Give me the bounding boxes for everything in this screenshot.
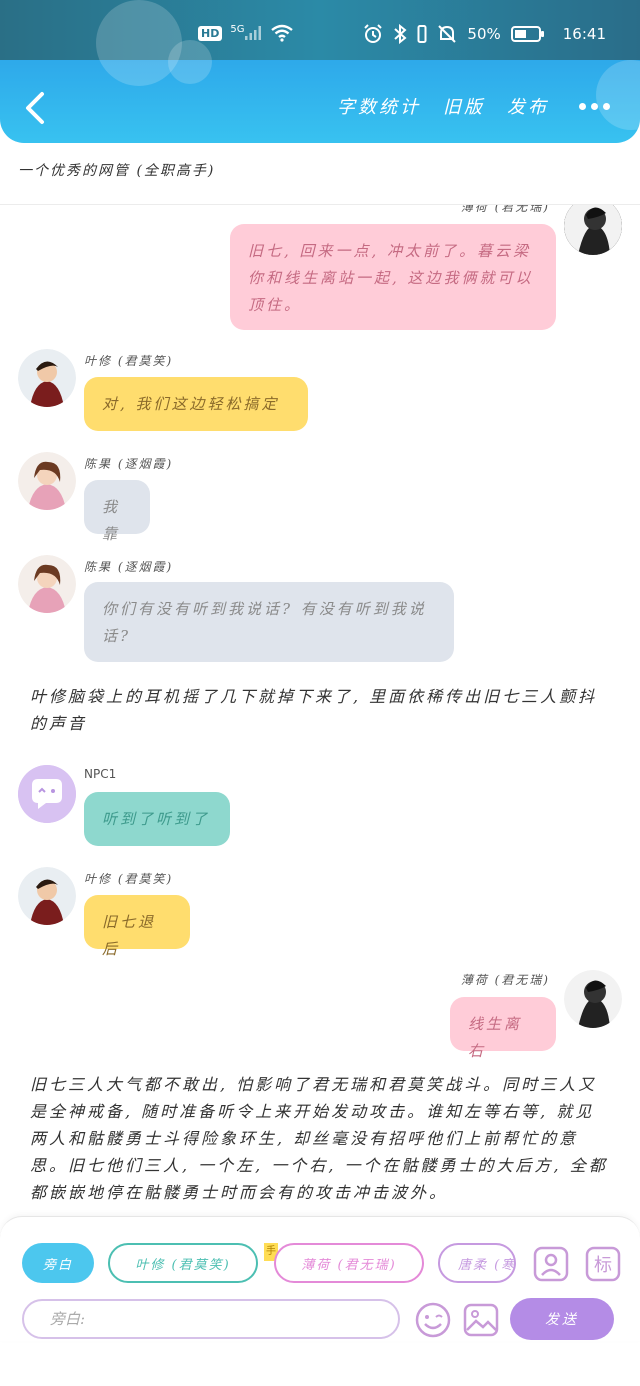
npc-avatar[interactable] [18,765,76,823]
back-button[interactable] [22,90,52,126]
avatar[interactable] [18,349,76,407]
network-label: 5G [230,23,245,35]
emoji-icon[interactable] [414,1301,452,1339]
avatar[interactable] [18,555,76,613]
speaker-name: 陈果 (逐烟霞) [84,457,174,471]
role-boqi-button[interactable]: 薄荷 (君无瑞) [274,1243,424,1283]
message-input[interactable] [22,1299,400,1339]
composer-bar: 旁白 叶修 (君莫笑) 手 薄荷 (君无瑞) 唐柔 (寒烟柔) 标 发送 [0,1216,640,1341]
message-bubble[interactable]: 线生离右 [450,997,556,1060]
message-bubble[interactable]: 我靠 [84,480,150,543]
vibrate-icon [417,25,427,43]
speaker-name: 叶修 (君莫笑) [84,354,174,368]
status-left-group: HD 5G [198,24,294,42]
image-icon[interactable] [462,1301,500,1339]
avatar[interactable] [564,205,622,255]
word-count-button[interactable]: 字数统计 [337,93,421,119]
status-right-group: 50% 16:41 [363,24,606,44]
more-dots-icon[interactable] [571,102,610,110]
decor-bubble [96,0,182,86]
hd-badge: HD [198,25,223,41]
back-arrow-icon [26,92,44,124]
battery-icon [510,26,544,42]
publish-button[interactable]: 发布 [507,93,549,119]
app-header: HD 5G 50% 16:41 字数统计 旧版 发布 [0,0,640,143]
mute-bell-icon [438,25,457,43]
speaker-name: 薄荷 (君无瑞) [460,973,550,987]
mark-label: 标 [594,1255,612,1276]
send-button[interactable]: 发送 [510,1298,614,1340]
speaker-name: NPC1 [84,767,117,781]
alarm-icon [364,24,383,43]
contact-card-icon[interactable] [532,1245,570,1283]
chat-area[interactable]: 薄荷 (君无瑞) 旧七, 回来一点, 冲太前了。暮云梁你和线生离站一起, 这边我… [0,205,640,1215]
avatar[interactable] [18,867,76,925]
speaker-name: 薄荷 (君无瑞) [460,205,550,214]
message-bubble[interactable]: 旧七退后 [84,895,190,958]
message-bubble[interactable]: 听到了听到了 [84,792,230,846]
narration-text: 叶修脑袋上的耳机摇了几下就掉下来了, 里面依稀传出旧七三人颤抖的声音 [30,687,598,733]
narration-text: 旧七三人大气都不敢出, 怕影响了君无瑞和君莫笑战斗。同时三人又是全神戒备, 随时… [30,1075,608,1202]
speaker-name: 陈果 (逐烟霞) [84,560,174,574]
mark-icon[interactable]: 标 [584,1245,622,1283]
battery-percent: 50% [467,25,501,43]
header-actions: 字数统计 旧版 发布 [337,93,610,119]
decor-bubble [168,40,212,84]
clock: 16:41 [562,25,606,43]
message-bubble[interactable]: 你们有没有听到我说话? 有没有听到我说话? [84,582,454,662]
role-aside-button[interactable]: 旁白 [22,1243,94,1283]
speaker-name: 叶修 (君莫笑) [84,872,174,886]
avatar[interactable] [564,970,622,1028]
old-version-button[interactable]: 旧版 [443,93,485,119]
wifi-icon [271,24,294,42]
avatar[interactable] [18,452,76,510]
message-bubble[interactable]: 对, 我们这边轻松搞定 [84,377,308,431]
story-subtitle: 一个优秀的网管 (全职高手) [18,163,216,179]
message-bubble[interactable]: 旧七, 回来一点, 冲太前了。暮云梁你和线生离站一起, 这边我俩就可以顶住。 [230,224,556,330]
signal-icon [245,26,262,40]
bluetooth-icon [394,24,407,44]
role-tang-button[interactable]: 唐柔 (寒烟柔) [438,1243,516,1283]
role-yexiu-button[interactable]: 叶修 (君莫笑) [108,1243,258,1283]
npc-chat-icon [18,765,76,823]
